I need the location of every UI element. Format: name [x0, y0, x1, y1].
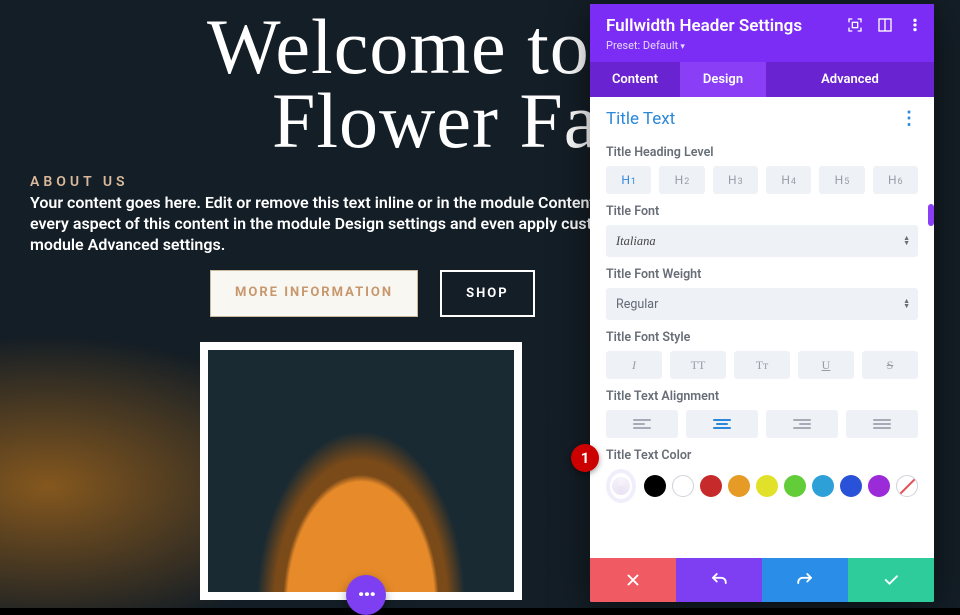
label-text-alignment: Title Text Alignment [606, 389, 918, 404]
color-swatch[interactable] [784, 475, 806, 497]
label-font-style: Title Font Style [606, 330, 918, 345]
font-weight-select[interactable]: Regular ▲▼ [606, 288, 918, 320]
annotation-marker-1: 1 [571, 444, 599, 472]
font-style-group: I TT Tᴛ U S [606, 351, 918, 379]
color-swatch[interactable] [644, 475, 666, 497]
align-justify-button[interactable] [846, 410, 918, 438]
label-title-font: Title Font [606, 204, 918, 219]
align-left-button[interactable] [606, 410, 678, 438]
section-title[interactable]: Title Text [606, 109, 675, 129]
title-font-select[interactable]: Italiana ▲▼ [606, 225, 918, 257]
undo-button[interactable] [676, 558, 762, 602]
panel-header: Fullwidth Header Settings Preset: Defaul… [590, 4, 934, 62]
heading-h1[interactable]: H1 [606, 166, 651, 194]
shop-button[interactable]: SHOP [440, 270, 535, 317]
snap-icon[interactable] [876, 16, 894, 34]
save-button[interactable] [848, 558, 934, 602]
color-swatch[interactable] [728, 475, 750, 497]
heading-h6[interactable]: H6 [873, 166, 918, 194]
preset-dropdown[interactable]: Preset: Default [606, 39, 918, 52]
section-header: Title Text ⋮ [606, 97, 918, 135]
color-swatch[interactable] [812, 475, 834, 497]
style-underline-button[interactable]: U [798, 351, 854, 379]
panel-tabs: Content Design Advanced [590, 62, 934, 97]
color-swatch[interactable] [868, 475, 890, 497]
redo-button[interactable] [762, 558, 848, 602]
style-smallcaps-button[interactable]: Tᴛ [734, 351, 790, 379]
color-swatch[interactable] [840, 475, 862, 497]
color-swatch-white[interactable] [672, 475, 694, 497]
select-arrows-icon: ▲▼ [903, 236, 910, 246]
more-information-button[interactable]: MORE INFORMATION [210, 270, 418, 317]
color-swatch[interactable] [700, 475, 722, 497]
heading-h5[interactable]: H5 [819, 166, 864, 194]
style-uppercase-button[interactable]: TT [670, 351, 726, 379]
panel-body: Title Text ⋮ Title Heading Level H1 H2 H… [590, 97, 934, 558]
heading-level-group: H1 H2 H3 H4 H5 H6 [606, 166, 918, 194]
tab-design[interactable]: Design [680, 62, 766, 97]
heading-h2[interactable]: H2 [659, 166, 704, 194]
cancel-button[interactable] [590, 558, 676, 602]
expand-icon[interactable] [846, 16, 864, 34]
about-us-label: ABOUT US [30, 174, 129, 190]
panel-header-icons [846, 16, 924, 34]
label-font-weight: Title Font Weight [606, 267, 918, 282]
color-swatches [606, 469, 918, 503]
kebab-menu-icon[interactable] [906, 16, 924, 34]
color-swatch-transparent[interactable] [896, 475, 918, 497]
module-fab-button[interactable]: ··· [346, 575, 386, 615]
align-right-button[interactable] [766, 410, 838, 438]
select-arrows-icon: ▲▼ [903, 299, 910, 309]
style-strikethrough-button[interactable]: S [862, 351, 918, 379]
color-swatch[interactable] [756, 475, 778, 497]
heading-h3[interactable]: H3 [713, 166, 758, 194]
alignment-group [606, 410, 918, 438]
label-text-color: Title Text Color [606, 448, 918, 463]
hero-buttons: MORE INFORMATION SHOP [210, 270, 535, 317]
style-italic-button[interactable]: I [606, 351, 662, 379]
panel-footer [590, 558, 934, 602]
settings-panel: Fullwidth Header Settings Preset: Defaul… [590, 4, 934, 602]
heading-h4[interactable]: H4 [766, 166, 811, 194]
flower-image [200, 342, 522, 600]
color-swatch-current[interactable] [606, 469, 636, 503]
tab-advanced[interactable]: Advanced [766, 62, 934, 97]
tab-content[interactable]: Content [590, 62, 680, 97]
align-center-button[interactable] [686, 410, 758, 438]
section-menu-icon[interactable]: ⋮ [900, 114, 918, 124]
label-heading-level: Title Heading Level [606, 145, 918, 160]
